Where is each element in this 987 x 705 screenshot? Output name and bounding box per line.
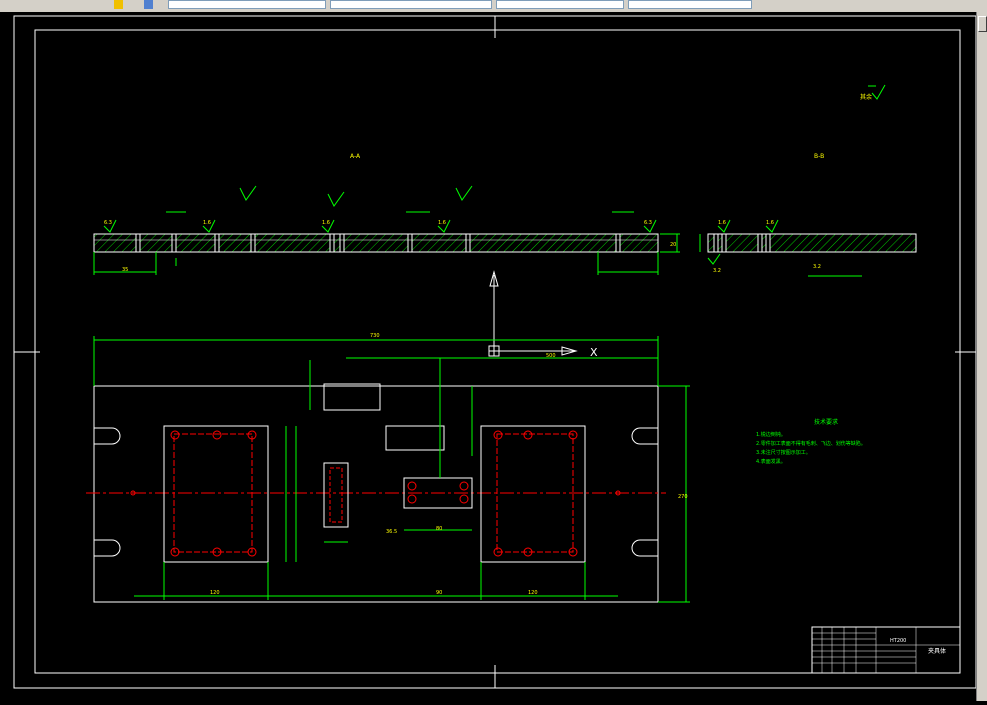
svg-text:1.6: 1.6	[718, 220, 726, 226]
svg-text:90: 90	[436, 590, 442, 596]
drawing-canvas[interactable]: 其余 A-A B-B 35 20 6.3 1.6 1.6 1.6 6.3 1.6…	[0, 12, 977, 701]
plan-view: 730 500 270 120 90 120 36.5 80	[86, 333, 690, 603]
section-label-left: A-A	[350, 153, 361, 160]
toolbar-dropdown-2[interactable]	[330, 0, 492, 9]
svg-text:120: 120	[528, 590, 538, 596]
outer-frame	[13, 15, 977, 689]
section-b-b: 1.6 1.6 3.2 3.2	[699, 219, 917, 277]
title-block: HT200 夹具体	[811, 626, 961, 674]
svg-text:80: 80	[436, 526, 442, 532]
svg-text:6.3: 6.3	[104, 220, 112, 226]
svg-text:1.6: 1.6	[766, 220, 774, 226]
svg-text:夹具体: 夹具体	[928, 647, 946, 655]
svg-text:HT200: HT200	[890, 638, 906, 644]
toolbar-icon-1[interactable]	[114, 0, 123, 9]
svg-text:3.未注尺寸按图示加工。: 3.未注尺寸按图示加工。	[756, 449, 811, 456]
drawing-svg: 其余 A-A B-B 35 20 6.3 1.6 1.6 1.6 6.3 1.6…	[13, 15, 977, 689]
svg-text:730: 730	[370, 333, 380, 339]
svg-text:技术要求: 技术要求	[814, 418, 838, 426]
svg-text:X: X	[590, 346, 598, 359]
svg-text:其余: 其余	[860, 93, 872, 101]
svg-text:1.6: 1.6	[438, 220, 446, 226]
svg-text:6.3: 6.3	[644, 220, 652, 226]
svg-text:3.2: 3.2	[713, 268, 721, 274]
toolbar-dropdown-1[interactable]	[168, 0, 326, 9]
vertical-scrollbar[interactable]	[976, 12, 987, 701]
svg-text:36.5: 36.5	[386, 529, 397, 535]
svg-text:3.2: 3.2	[813, 264, 821, 270]
svg-text:120: 120	[210, 590, 220, 596]
svg-text:270: 270	[678, 494, 688, 500]
section-label-right: B-B	[814, 153, 824, 160]
ucs-icon: X	[488, 270, 598, 359]
svg-text:4.表面发黑。: 4.表面发黑。	[756, 458, 786, 465]
toolbar-icon-2[interactable]	[144, 0, 153, 9]
svg-text:35: 35	[122, 267, 128, 273]
svg-text:2.零件加工表面不得有毛刺、飞边、划伤等缺陷。: 2.零件加工表面不得有毛刺、飞边、划伤等缺陷。	[756, 440, 866, 447]
section-a-a: 35 20 6.3 1.6 1.6 1.6 6.3	[93, 185, 680, 275]
toolbar-dropdown-3[interactable]	[496, 0, 624, 9]
toolbar-dropdown-4[interactable]	[628, 0, 752, 9]
svg-text:20: 20	[670, 242, 676, 248]
svg-text:1.锐边倒钝。: 1.锐边倒钝。	[756, 431, 786, 438]
svg-text:1.6: 1.6	[203, 220, 211, 226]
scrollbar-thumb[interactable]	[978, 16, 987, 32]
svg-text:1.6: 1.6	[322, 220, 330, 226]
technical-notes: 技术要求 1.锐边倒钝。 2.零件加工表面不得有毛刺、飞边、划伤等缺陷。 3.未…	[756, 418, 866, 465]
roughness-corner: 其余	[860, 84, 886, 101]
svg-text:500: 500	[546, 353, 556, 359]
